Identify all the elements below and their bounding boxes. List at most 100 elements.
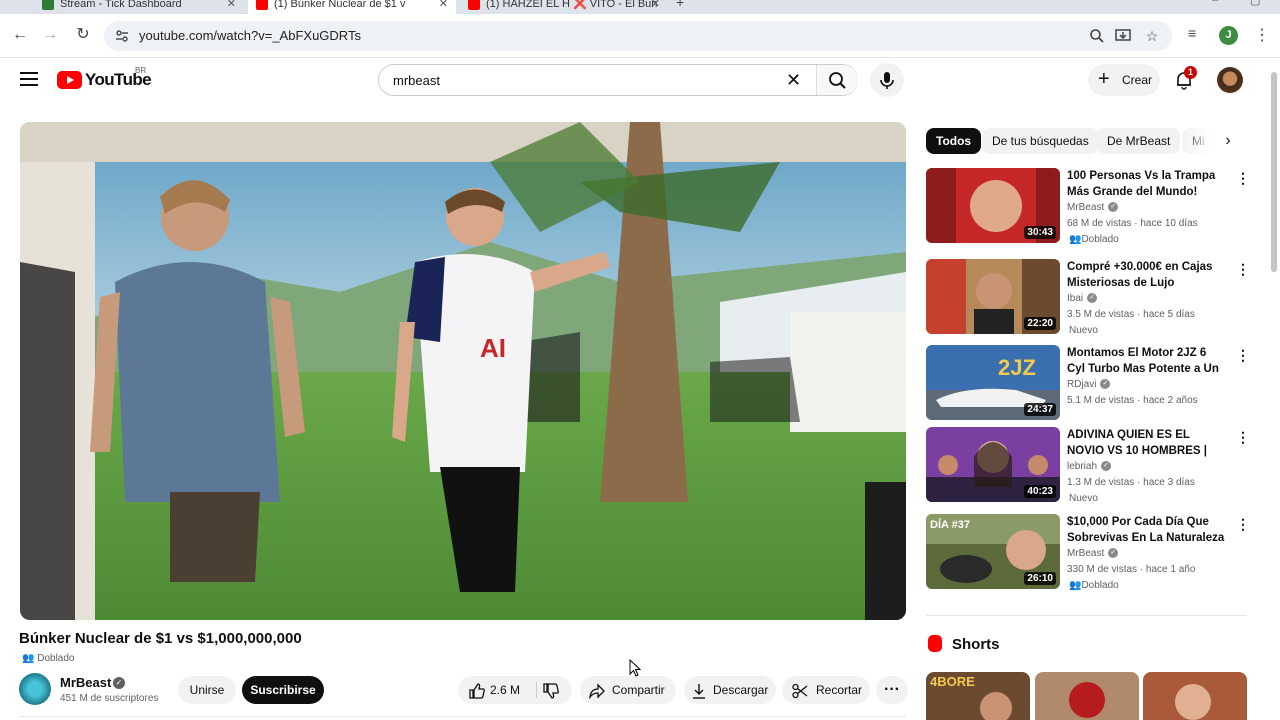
recommendation-channel[interactable]: MrBeast ✓ (1067, 548, 1119, 559)
tab-close-icon[interactable]: ✕ (651, 0, 660, 14)
channel-name[interactable]: MrBeast (60, 675, 111, 690)
tab-favicon-icon (42, 0, 54, 10)
recommendation-item[interactable]: 22:20 Compré +30.000€ en Cajas Misterios… (926, 259, 1256, 337)
subscribe-button[interactable]: Suscribirse (242, 676, 324, 704)
thumbs-down-icon[interactable] (542, 682, 560, 700)
clip-label: Recortar (816, 683, 863, 697)
recommendation-title[interactable]: 100 Personas Vs la Trampa Más Grande del… (1067, 168, 1227, 200)
chip-from-mrbeast[interactable]: De MrBeast (1097, 128, 1181, 154)
more-options-icon[interactable]: ⋮ (1236, 429, 1250, 445)
shorts-title: Shorts (952, 636, 1000, 653)
site-info-icon[interactable] (114, 28, 130, 44)
recommendation-item[interactable]: 40:23 ADIVINA QUIEN ES EL NOVIO VS 10 HO… (926, 427, 1256, 505)
search-input[interactable]: mrbeast (393, 73, 440, 88)
scrollbar-thumb[interactable] (1271, 72, 1277, 272)
like-dislike-group: 2.6 M (458, 676, 572, 704)
new-tab-icon[interactable]: + (676, 0, 684, 10)
account-avatar[interactable] (1217, 67, 1243, 93)
maximize-icon[interactable]: ▢ (1250, 0, 1260, 7)
install-app-icon[interactable] (1114, 27, 1132, 45)
forward-arrow-icon[interactable]: → (40, 25, 60, 45)
page-scrollbar[interactable] (1270, 62, 1278, 720)
recommendation-title[interactable]: Montamos El Motor 2JZ 6 Cyl Turbo Mas Po… (1067, 345, 1227, 377)
share-arrow-icon (589, 683, 605, 700)
back-arrow-icon[interactable]: ← (10, 25, 30, 45)
recommendation-channel[interactable]: MrBeast ✓ (1067, 202, 1119, 213)
create-button[interactable]: + Crear (1088, 64, 1160, 96)
browser-tab-stream[interactable]: Stream - Tick Dashboard ✕ (34, 0, 244, 14)
browser-tab-strip: Stream - Tick Dashboard ✕ (1) Búnker Nuc… (0, 0, 1280, 14)
more-actions-button[interactable]: ··· (876, 676, 908, 704)
more-options-icon[interactable]: ⋮ (1236, 347, 1250, 363)
short-thumbnail[interactable]: 4BORE (926, 672, 1030, 720)
recommendation-meta: 3.5 M de vistas · hace 5 días (1067, 309, 1195, 320)
url-text: youtube.com/watch?v=_AbFXuGDRTs (139, 28, 361, 43)
browser-tab-third[interactable]: (1) HAHZEI EL H ❌ VITO - El Bun ✕ (460, 0, 668, 14)
bookmark-star-icon[interactable]: ☆ (1143, 27, 1161, 45)
video-frame: AI (20, 122, 906, 620)
reload-icon[interactable]: ↻ (73, 25, 93, 45)
notifications-button[interactable]: 1 (1174, 66, 1197, 90)
verified-check-icon: ✓ (1087, 293, 1098, 304)
browser-profile-avatar[interactable]: J (1219, 26, 1238, 45)
search-box[interactable]: mrbeast ✕ (378, 64, 858, 96)
browser-menu-icon[interactable]: ⋮ (1254, 25, 1270, 45)
recommendation-title[interactable]: Compré +30.000€ en Cajas Misteriosas de … (1067, 259, 1227, 291)
video-title: Búnker Nuclear de $1 vs $1,000,000,000 (19, 630, 302, 647)
hamburger-menu-icon[interactable] (20, 72, 38, 86)
more-options-icon[interactable]: ⋮ (1236, 170, 1250, 186)
thumbs-up-icon[interactable] (468, 682, 486, 700)
short-thumbnail[interactable] (1143, 672, 1247, 720)
more-options-icon[interactable]: ⋮ (1236, 516, 1250, 532)
tab-label: Stream - Tick Dashboard (60, 0, 182, 10)
share-button[interactable]: Compartir (580, 676, 676, 704)
video-duration: 30:43 (1024, 226, 1056, 239)
recommendation-item[interactable]: 30:43 100 Personas Vs la Trampa Más Gran… (926, 168, 1256, 246)
recommendation-title[interactable]: ADIVINA QUIEN ES EL NOVIO VS 10 HOMBRES … (1067, 427, 1227, 459)
voice-search-button[interactable] (870, 63, 904, 97)
recommendation-thumbnail[interactable]: 22:20 (926, 259, 1060, 334)
recommendation-channel[interactable]: Ibai ✓ (1067, 293, 1098, 304)
short-thumbnail[interactable] (1035, 672, 1139, 720)
browser-tab-active[interactable]: (1) Búnker Nuclear de $1 v ✕ (248, 0, 456, 14)
scissors-icon (792, 683, 808, 699)
recommendation-thumbnail[interactable]: DÍA #37 26:10 (926, 514, 1060, 589)
more-options-icon[interactable]: ⋮ (1236, 261, 1250, 277)
recommendation-item[interactable]: 2JZ 24:37 Montamos El Motor 2JZ 6 Cyl Tu… (926, 345, 1256, 423)
verified-check-icon: ✓ (113, 677, 125, 689)
zoom-icon[interactable] (1088, 27, 1106, 45)
video-duration: 24:37 (1024, 403, 1056, 416)
reading-list-icon[interactable]: ≡ (1188, 25, 1196, 41)
dubbed-tag: 👥 Doblado (22, 653, 75, 664)
recommendation-title[interactable]: $10,000 Por Cada Día Que Sobrevivas En L… (1067, 514, 1227, 546)
chip-all[interactable]: Todos (926, 128, 982, 154)
tab-close-icon[interactable]: ✕ (227, 0, 236, 14)
download-label: Descargar (713, 683, 769, 697)
join-button[interactable]: Unirse (178, 676, 236, 704)
search-button[interactable] (816, 65, 858, 95)
minimize-icon[interactable]: – (1212, 0, 1218, 6)
recommendation-thumbnail[interactable]: 2JZ 24:37 (926, 345, 1060, 420)
recommendation-thumbnail[interactable]: 30:43 (926, 168, 1060, 243)
verified-check-icon: ✓ (1108, 548, 1119, 559)
clip-button[interactable]: Recortar (782, 676, 870, 704)
recommendation-channel[interactable]: lebriah ✓ (1067, 461, 1112, 472)
chip-from-searches[interactable]: De tus búsquedas (982, 128, 1099, 154)
dubbed-icon: 👥 (1069, 234, 1082, 245)
address-bar[interactable]: youtube.com/watch?v=_AbFXuGDRTs ☆ (104, 21, 1172, 51)
video-player[interactable]: AI (20, 122, 906, 620)
microphone-icon (880, 72, 894, 89)
download-button[interactable]: Descargar (684, 676, 776, 704)
channel-avatar[interactable] (19, 673, 51, 705)
browser-toolbar: ← → ↻ youtube.com/watch?v=_AbFXuGDRTs ☆ … (0, 14, 1280, 58)
channel-label: Ibai (1067, 293, 1084, 304)
recommendation-thumbnail[interactable]: 40:23 (926, 427, 1060, 502)
like-count[interactable]: 2.6 M (490, 676, 520, 704)
clear-search-icon[interactable]: ✕ (786, 70, 801, 90)
chevron-right-icon[interactable]: › (1218, 128, 1238, 154)
mouse-cursor-icon (629, 659, 642, 677)
recommendation-channel[interactable]: RDjavi ✓ (1067, 379, 1111, 390)
recommendation-item[interactable]: DÍA #37 26:10 $10,000 Por Cada Día Que S… (926, 514, 1256, 592)
tab-close-icon[interactable]: ✕ (439, 0, 448, 14)
tab-label: (1) HAHZEI EL H ❌ VITO - El Bun (486, 0, 658, 10)
